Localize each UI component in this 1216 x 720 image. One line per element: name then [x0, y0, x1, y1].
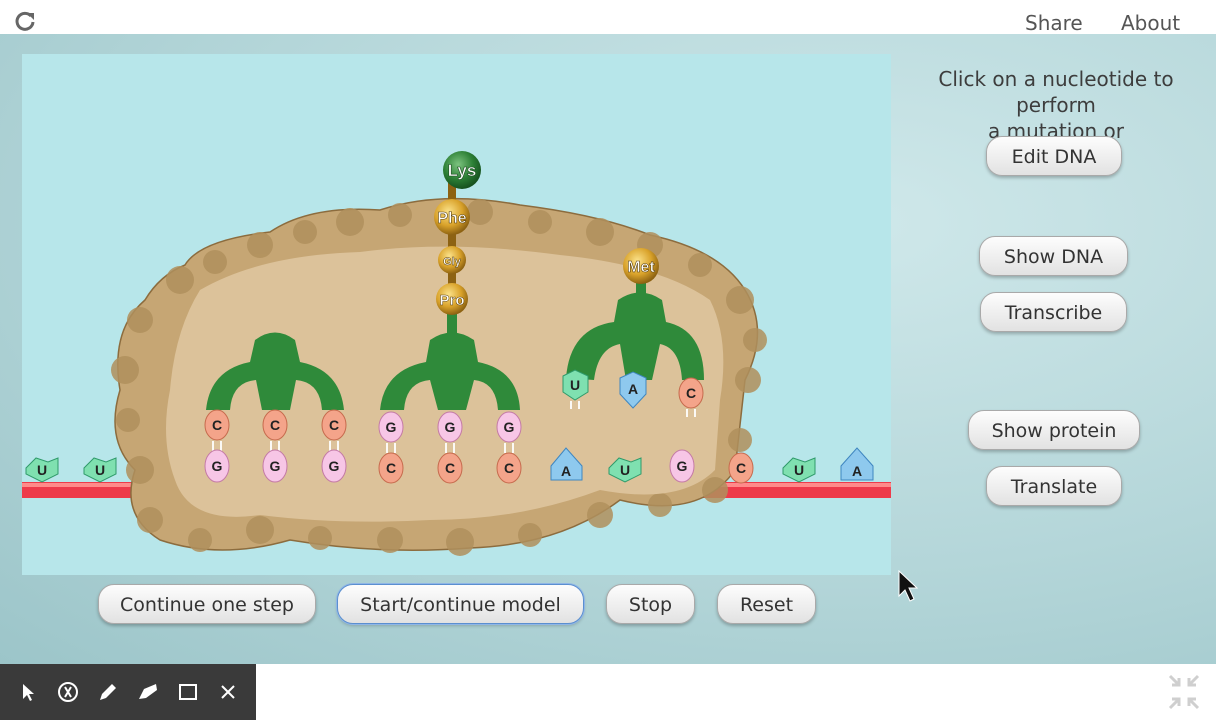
svg-text:Gly: Gly	[443, 256, 462, 268]
nucleotide-u[interactable]: U	[83, 457, 117, 483]
svg-text:G: G	[212, 458, 223, 474]
translate-button[interactable]: Translate	[986, 466, 1122, 506]
share-link[interactable]: Share	[1025, 11, 1083, 35]
nucleotide-c[interactable]: C	[437, 452, 463, 484]
nucleotide-g[interactable]: G	[378, 411, 404, 443]
svg-text:C: C	[386, 460, 396, 476]
svg-text:G: G	[386, 419, 397, 435]
nucleotide-c[interactable]: C	[678, 377, 704, 409]
svg-text:C: C	[686, 385, 696, 401]
edit-dna-button[interactable]: Edit DNA	[986, 136, 1122, 176]
annotation-toolbar	[0, 664, 256, 720]
svg-text:A: A	[852, 463, 862, 479]
nucleotide-g[interactable]: G	[496, 411, 522, 443]
mouse-cursor-icon	[898, 570, 918, 602]
svg-text:G: G	[677, 458, 688, 474]
svg-text:C: C	[445, 460, 455, 476]
svg-text:A: A	[628, 381, 638, 397]
nucleotide-g[interactable]: G	[321, 449, 347, 483]
svg-text:C: C	[736, 460, 746, 476]
translation-model: Lys Phe Gly Pro Met C C C G G G U A C U …	[22, 151, 891, 556]
nucleotide-g[interactable]: G	[437, 411, 463, 443]
svg-text:Phe: Phe	[437, 210, 466, 227]
nucleotide-c[interactable]: C	[728, 452, 754, 484]
svg-text:C: C	[504, 460, 514, 476]
stop-button[interactable]: Stop	[606, 584, 695, 624]
svg-text:Met: Met	[627, 259, 655, 276]
svg-text:G: G	[504, 419, 515, 435]
svg-text:U: U	[95, 462, 105, 478]
svg-text:G: G	[270, 458, 281, 474]
start-continue-model-button[interactable]: Start/continue model	[337, 584, 584, 624]
nucleotide-g[interactable]: G	[204, 449, 230, 483]
svg-text:U: U	[794, 462, 804, 478]
nucleotide-c[interactable]: C	[496, 452, 522, 484]
reload-icon[interactable]	[14, 10, 36, 32]
svg-text:U: U	[620, 462, 630, 478]
pointer-tool-icon[interactable]	[16, 680, 40, 704]
svg-text:C: C	[329, 417, 339, 433]
reset-button[interactable]: Reset	[717, 584, 816, 624]
nucleotide-a[interactable]: A	[840, 447, 874, 481]
pen-tool-icon[interactable]	[96, 680, 120, 704]
laser-tool-icon[interactable]	[56, 680, 80, 704]
svg-text:C: C	[212, 417, 222, 433]
close-tool-icon[interactable]	[216, 680, 240, 704]
instructions-text: Click on a nucleotide to perform a mutat…	[898, 66, 1214, 144]
svg-text:G: G	[329, 458, 340, 474]
nucleotide-g[interactable]: G	[262, 449, 288, 483]
about-link[interactable]: About	[1121, 11, 1180, 35]
instructions-line-1: Click on a nucleotide to perform	[938, 67, 1174, 117]
transcribe-button[interactable]: Transcribe	[980, 292, 1127, 332]
nucleotide-c[interactable]: C	[378, 452, 404, 484]
nucleotide-u[interactable]: U	[25, 457, 59, 483]
rectangle-tool-icon[interactable]	[176, 680, 200, 704]
svg-text:Lys: Lys	[448, 161, 477, 180]
nucleotide-c[interactable]: C	[321, 409, 347, 441]
svg-text:Pro: Pro	[439, 292, 464, 309]
svg-text:U: U	[570, 377, 580, 393]
svg-text:C: C	[270, 417, 280, 433]
highlighter-tool-icon[interactable]	[136, 680, 160, 704]
nucleotide-c[interactable]: C	[262, 409, 288, 441]
nucleotide-u[interactable]: U	[782, 457, 816, 483]
nucleotide-g[interactable]: G	[669, 449, 695, 483]
svg-text:U: U	[37, 462, 47, 478]
exit-fullscreen-icon[interactable]	[1164, 672, 1204, 712]
show-protein-button[interactable]: Show protein	[968, 410, 1140, 450]
svg-text:A: A	[561, 463, 571, 479]
show-dna-button[interactable]: Show DNA	[979, 236, 1128, 276]
svg-text:G: G	[445, 419, 456, 435]
continue-one-step-button[interactable]: Continue one step	[98, 584, 316, 624]
nucleotide-c[interactable]: C	[204, 409, 230, 441]
simulation-canvas: Lys Phe Gly Pro Met C C C G G G U A C U …	[22, 54, 891, 575]
bottom-bar	[256, 664, 1216, 720]
